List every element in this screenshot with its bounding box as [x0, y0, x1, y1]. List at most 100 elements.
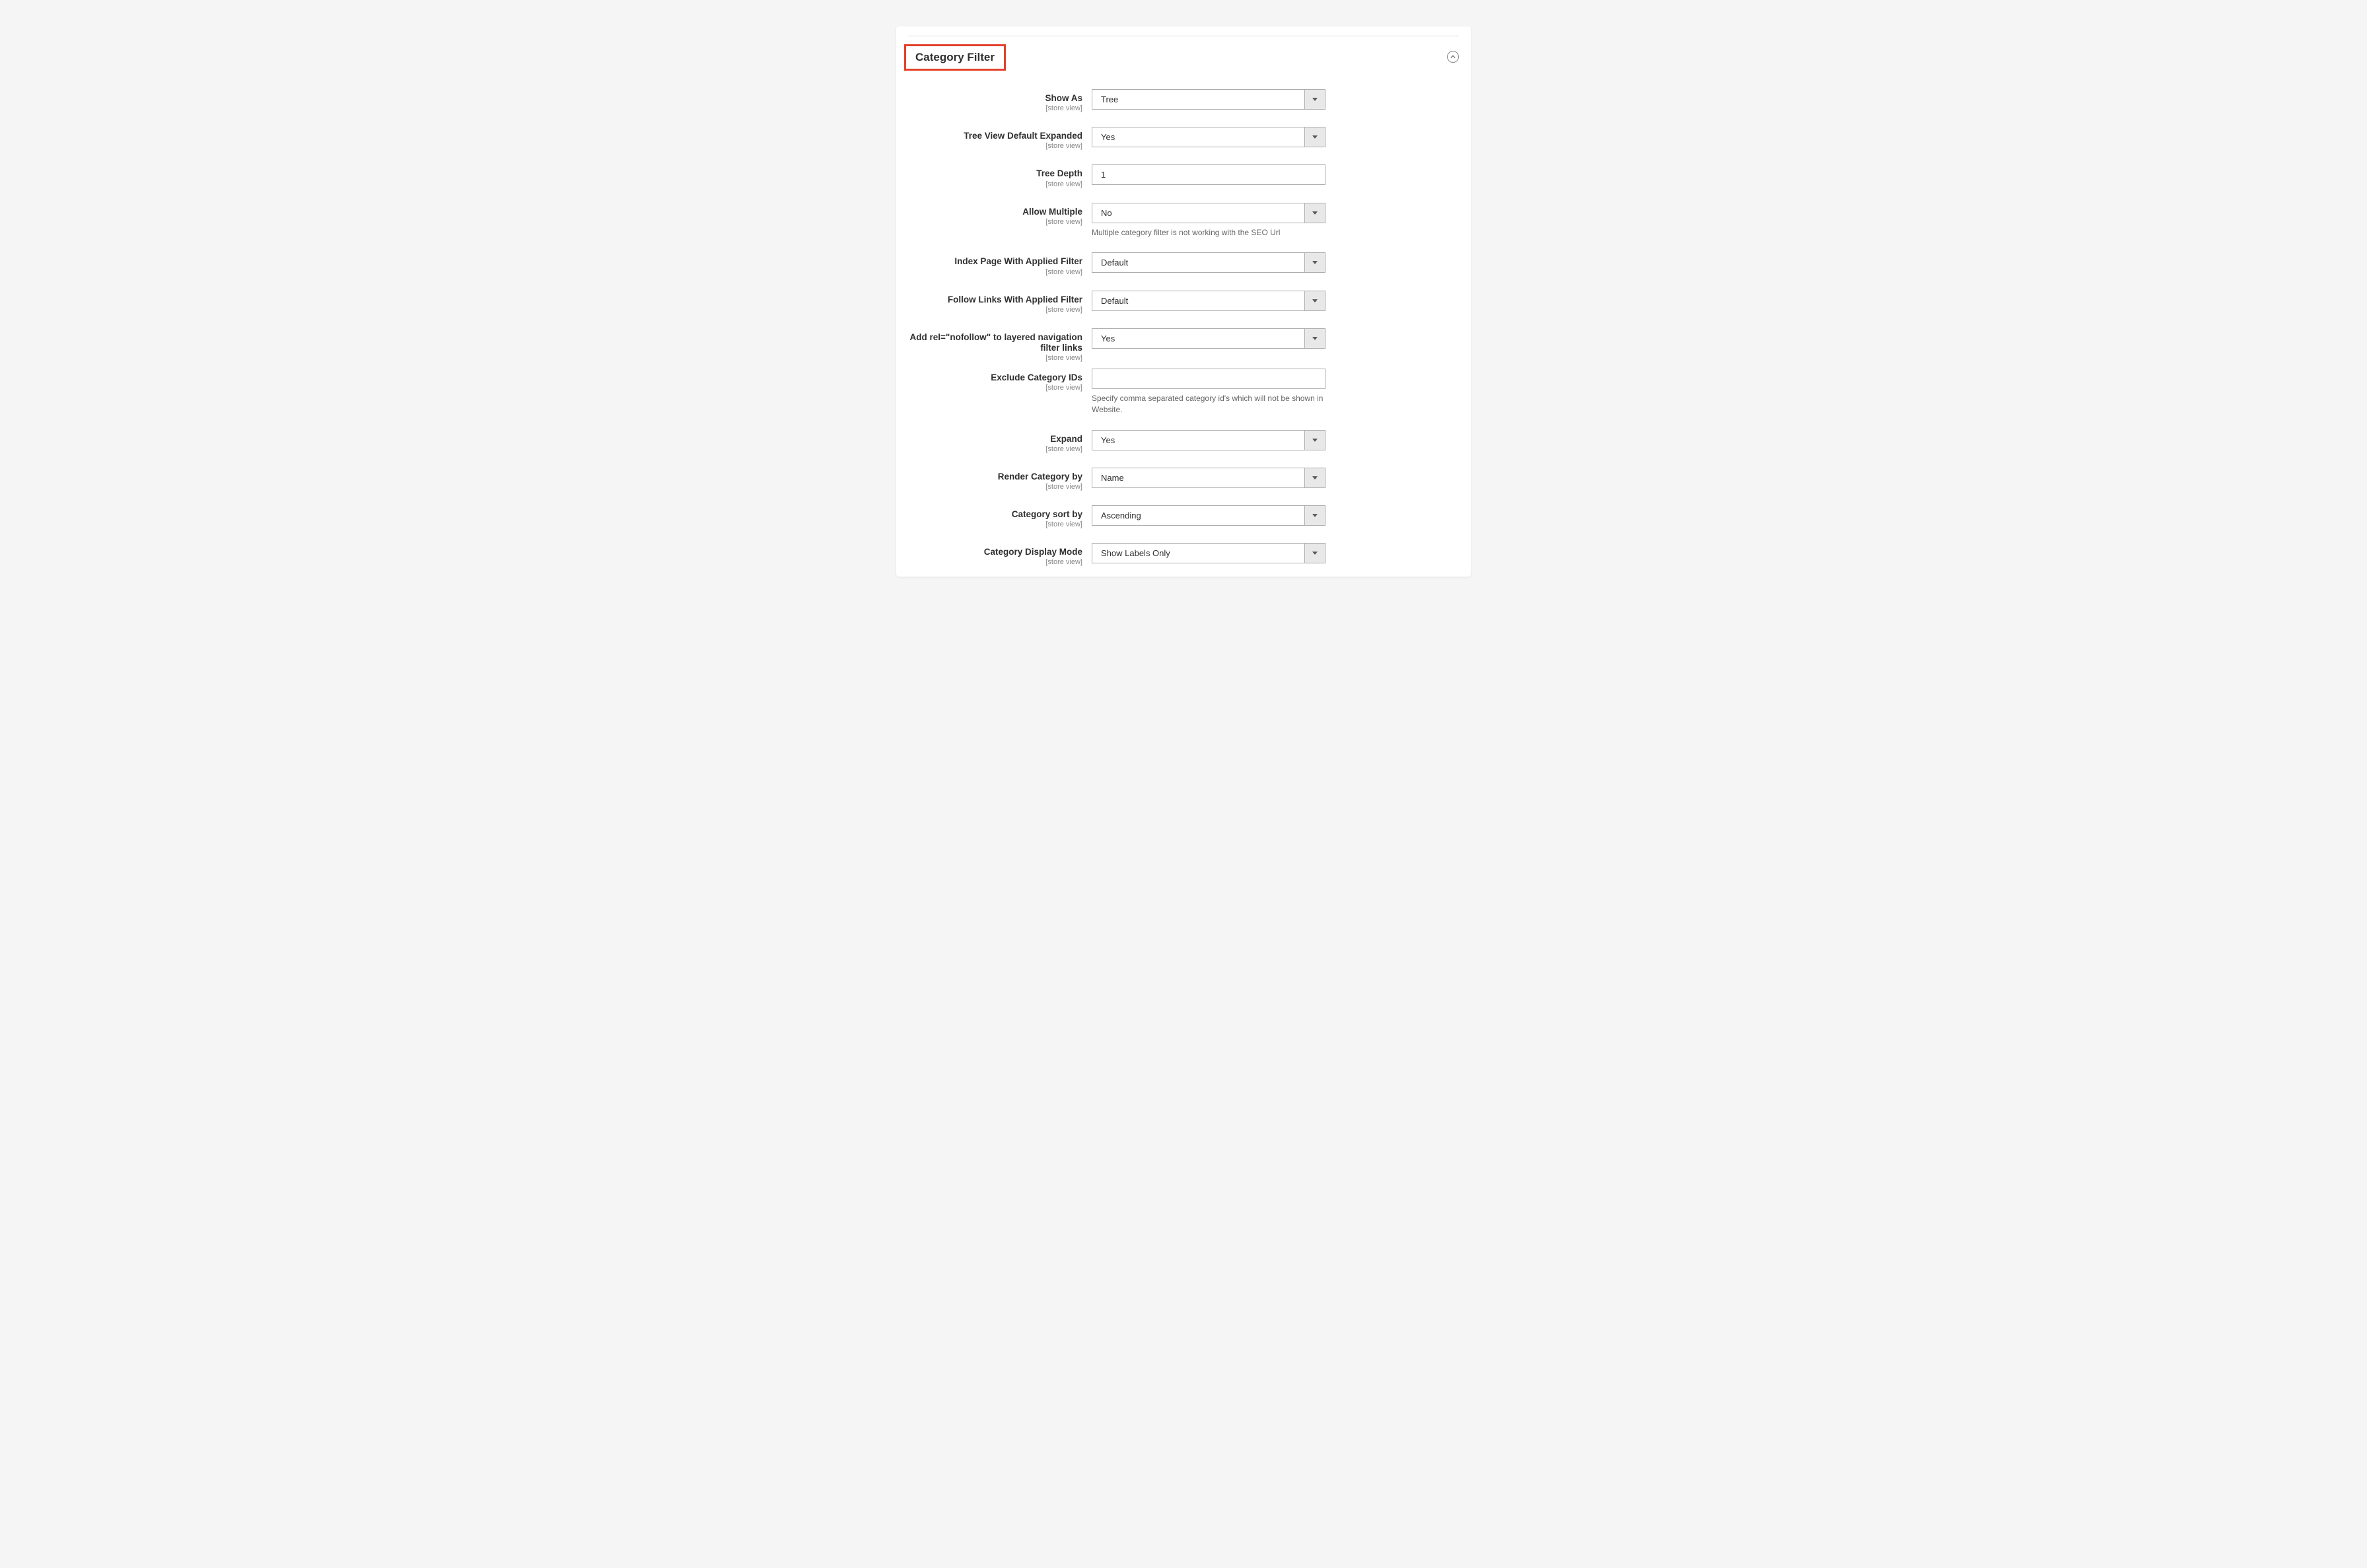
scope-label: [store view] — [908, 218, 1082, 226]
field-label: Show As [store view] — [908, 89, 1092, 112]
label-text: Show As — [908, 93, 1082, 104]
field-sort-by: Category sort by [store view] Ascending — [896, 505, 1471, 528]
field-control: Ascending — [1092, 505, 1325, 526]
select-value: Name — [1092, 468, 1304, 487]
label-text: Category sort by — [908, 509, 1082, 520]
field-control: No Multiple category filter is not worki… — [1092, 203, 1325, 238]
label-text: Expand — [908, 434, 1082, 445]
follow-links-select[interactable]: Default — [1092, 291, 1325, 311]
select-value: Show Labels Only — [1092, 544, 1304, 563]
scope-label: [store view] — [908, 483, 1082, 491]
section-title-highlight: Category Filter — [904, 44, 1006, 71]
chevron-down-icon — [1304, 127, 1325, 147]
field-control: Default — [1092, 252, 1325, 273]
field-nofollow: Add rel="nofollow" to layered navigation… — [896, 328, 1471, 362]
scope-label: [store view] — [908, 104, 1082, 112]
select-value: No — [1092, 203, 1304, 223]
field-control: Yes — [1092, 430, 1325, 450]
field-show-as: Show As [store view] Tree — [896, 89, 1471, 112]
scope-label: [store view] — [908, 306, 1082, 314]
index-page-select[interactable]: Default — [1092, 252, 1325, 273]
field-follow-links: Follow Links With Applied Filter [store … — [896, 291, 1471, 314]
chevron-down-icon — [1304, 506, 1325, 525]
field-label: Category Display Mode [store view] — [908, 543, 1092, 566]
chevron-down-icon — [1304, 203, 1325, 223]
field-control: Yes — [1092, 328, 1325, 349]
label-text: Index Page With Applied Filter — [908, 256, 1082, 267]
field-label: Follow Links With Applied Filter [store … — [908, 291, 1092, 314]
scope-label: [store view] — [908, 520, 1082, 528]
field-label: Exclude Category IDs [store view] — [908, 369, 1092, 392]
scope-label: [store view] — [908, 384, 1082, 392]
config-panel: Category Filter Show As [store view] Tre… — [896, 26, 1471, 577]
field-control: Yes — [1092, 127, 1325, 147]
sort-by-select[interactable]: Ascending — [1092, 505, 1325, 526]
field-label: Expand [store view] — [908, 430, 1092, 453]
tree-depth-input[interactable] — [1092, 164, 1325, 185]
field-label: Tree View Default Expanded [store view] — [908, 127, 1092, 150]
select-value: Yes — [1092, 431, 1304, 450]
render-by-select[interactable]: Name — [1092, 468, 1325, 488]
collapse-section-button[interactable] — [1447, 51, 1459, 63]
label-text: Render Category by — [908, 472, 1082, 482]
chevron-down-icon — [1304, 329, 1325, 348]
exclude-ids-input[interactable] — [1092, 369, 1325, 389]
field-note: Specify comma separated category id's wh… — [1092, 393, 1325, 415]
field-label: Add rel="nofollow" to layered navigation… — [908, 328, 1092, 362]
expand-select[interactable]: Yes — [1092, 430, 1325, 450]
field-control: Show Labels Only — [1092, 543, 1325, 563]
field-control: Name — [1092, 468, 1325, 488]
field-label: Render Category by [store view] — [908, 468, 1092, 491]
chevron-down-icon — [1304, 431, 1325, 450]
field-allow-multiple: Allow Multiple [store view] No Multiple … — [896, 203, 1471, 238]
field-tree-depth: Tree Depth [store view] — [896, 164, 1471, 188]
scope-label: [store view] — [908, 558, 1082, 566]
label-text: Add rel="nofollow" to layered navigation… — [908, 332, 1082, 353]
allow-multiple-select[interactable]: No — [1092, 203, 1325, 223]
field-exclude-ids: Exclude Category IDs [store view] Specif… — [896, 369, 1471, 415]
field-label: Index Page With Applied Filter [store vi… — [908, 252, 1092, 275]
chevron-up-icon — [1450, 54, 1456, 59]
field-label: Category sort by [store view] — [908, 505, 1092, 528]
field-label: Tree Depth [store view] — [908, 164, 1092, 188]
label-text: Follow Links With Applied Filter — [908, 295, 1082, 305]
scope-label: [store view] — [908, 268, 1082, 276]
tree-expanded-select[interactable]: Yes — [1092, 127, 1325, 147]
select-value: Default — [1092, 253, 1304, 272]
label-text: Exclude Category IDs — [908, 373, 1082, 383]
label-text: Tree Depth — [908, 168, 1082, 179]
scope-label: [store view] — [908, 354, 1082, 362]
field-render-by: Render Category by [store view] Name — [896, 468, 1471, 491]
field-tree-expanded: Tree View Default Expanded [store view] … — [896, 127, 1471, 150]
select-value: Ascending — [1092, 506, 1304, 525]
field-label: Allow Multiple [store view] — [908, 203, 1092, 226]
field-control: Default — [1092, 291, 1325, 311]
display-mode-select[interactable]: Show Labels Only — [1092, 543, 1325, 563]
scope-label: [store view] — [908, 445, 1082, 453]
select-value: Default — [1092, 291, 1304, 310]
panel-header: Category Filter — [896, 36, 1471, 89]
select-value: Yes — [1092, 329, 1304, 348]
field-note: Multiple category filter is not working … — [1092, 227, 1325, 238]
show-as-select[interactable]: Tree — [1092, 89, 1325, 110]
chevron-down-icon — [1304, 291, 1325, 310]
chevron-down-icon — [1304, 253, 1325, 272]
field-display-mode: Category Display Mode [store view] Show … — [896, 543, 1471, 566]
label-text: Allow Multiple — [908, 207, 1082, 217]
label-text: Tree View Default Expanded — [908, 131, 1082, 141]
select-value: Tree — [1092, 90, 1304, 109]
select-value: Yes — [1092, 127, 1304, 147]
field-control: Tree — [1092, 89, 1325, 110]
nofollow-select[interactable]: Yes — [1092, 328, 1325, 349]
chevron-down-icon — [1304, 544, 1325, 563]
section-title: Category Filter — [915, 51, 995, 64]
field-control — [1092, 164, 1325, 185]
field-control: Specify comma separated category id's wh… — [1092, 369, 1325, 415]
field-index-page: Index Page With Applied Filter [store vi… — [896, 252, 1471, 275]
label-text: Category Display Mode — [908, 547, 1082, 557]
chevron-down-icon — [1304, 90, 1325, 109]
field-expand: Expand [store view] Yes — [896, 430, 1471, 453]
chevron-down-icon — [1304, 468, 1325, 487]
scope-label: [store view] — [908, 180, 1082, 188]
scope-label: [store view] — [908, 142, 1082, 150]
